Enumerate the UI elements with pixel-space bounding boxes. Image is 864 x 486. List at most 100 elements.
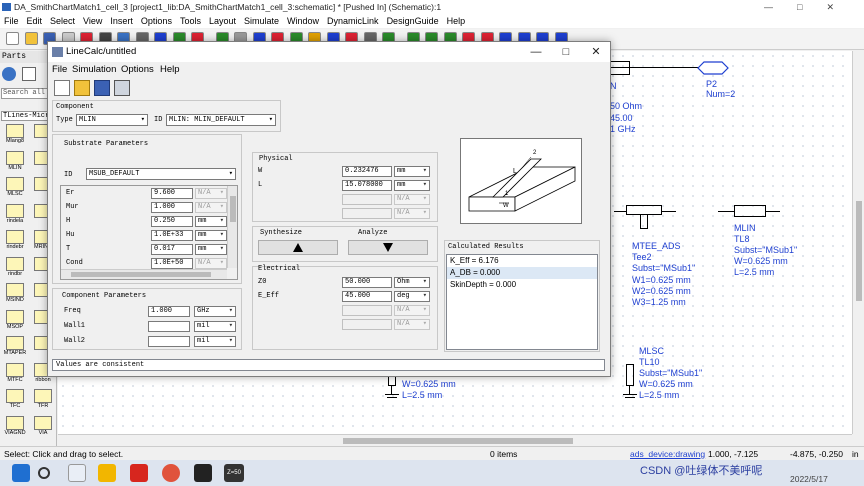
ads-menu-tools[interactable]: Tools	[180, 16, 201, 26]
print-icon[interactable]	[114, 80, 130, 96]
task-view-icon[interactable]	[68, 464, 86, 482]
ads-menu-dynamiclink[interactable]: DynamicLink	[327, 16, 379, 26]
menu-file[interactable]: File	[52, 62, 67, 77]
electrical-param-input[interactable]: 45.000	[342, 291, 392, 302]
ads-menu-edit[interactable]: Edit	[27, 16, 43, 26]
ads-menu-window[interactable]: Window	[287, 16, 319, 26]
arrow-down-icon	[383, 243, 393, 252]
save-icon[interactable]	[94, 80, 110, 96]
ads-menu-help[interactable]: Help	[447, 16, 466, 26]
ads-menu-simulate[interactable]: Simulate	[244, 16, 279, 26]
canvas-horizontal-scrollbar[interactable]	[58, 434, 852, 446]
toolbar-tool-icon[interactable]	[24, 32, 38, 45]
physical-param-unit[interactable]: mm	[394, 166, 430, 177]
palette-item[interactable]: MSOP	[3, 309, 27, 336]
ads-menu-insert[interactable]: Insert	[110, 16, 133, 26]
palette-item[interactable]: rindbr	[3, 256, 27, 283]
substrate-param-unit[interactable]: mm	[195, 216, 227, 227]
lower-line-body[interactable]	[388, 376, 396, 386]
ads-menu-file[interactable]: File	[4, 16, 19, 26]
result-line[interactable]: A_DB = 0.000	[447, 267, 597, 279]
component-param-unit[interactable]: GHz	[194, 306, 236, 317]
palette-item[interactable]: MLIN	[3, 150, 27, 177]
wps-icon[interactable]	[130, 464, 148, 482]
physical-param-input[interactable]: 0.232476	[342, 166, 392, 177]
chrome-icon[interactable]	[162, 464, 180, 482]
tl10-body[interactable]	[626, 364, 634, 386]
search-icon[interactable]	[38, 467, 50, 479]
component-param-unit[interactable]: mil	[194, 336, 236, 347]
menu-options[interactable]: Options	[121, 62, 154, 77]
substrate-param-input[interactable]: 1.0E+33	[151, 230, 193, 241]
menu-simulation[interactable]: Simulation	[72, 62, 116, 77]
ads-menu-options[interactable]: Options	[141, 16, 172, 26]
palette-item[interactable]: MTAPER	[3, 336, 27, 362]
substrate-param-unit[interactable]: mm	[195, 244, 227, 255]
menu-help[interactable]: Help	[160, 62, 180, 77]
component-param-input[interactable]	[148, 321, 190, 332]
result-line[interactable]: K_Eff = 6.176	[447, 255, 597, 267]
substrate-param-input[interactable]: 0.250	[151, 216, 193, 227]
canvas-vertical-scrollbar[interactable]	[852, 51, 864, 434]
file-explorer-icon[interactable]	[98, 464, 116, 482]
component-param-unit[interactable]: mil	[194, 321, 236, 332]
substrate-param-input[interactable]: 9.600	[151, 188, 193, 199]
ads-menu-layout[interactable]: Layout	[209, 16, 236, 26]
type-select[interactable]: MLIN	[76, 114, 148, 126]
electrical-param-input[interactable]: 50.000	[342, 277, 392, 288]
list-icon[interactable]	[22, 67, 36, 81]
substrate-param-input[interactable]: 1.000	[151, 202, 193, 213]
palette-item[interactable]: MTFC	[3, 362, 27, 389]
palette-item[interactable]: TFC	[3, 389, 27, 415]
new-file-icon[interactable]	[54, 80, 70, 96]
electrical-param-unit[interactable]: deg	[394, 291, 430, 302]
physical-label: Physical	[259, 155, 293, 163]
palette-item-icon	[6, 309, 24, 324]
palette-item[interactable]: rindela	[3, 203, 27, 230]
tee2-body[interactable]	[626, 205, 662, 215]
results-list[interactable]: K_Eff = 6.176 A_DB = 0.000 SkinDepth = 0.0…	[446, 254, 598, 350]
component-param-input[interactable]	[148, 336, 190, 347]
palette-item[interactable]: VIA	[31, 415, 55, 442]
palette-item[interactable]: rindebr	[3, 230, 27, 256]
minimize-icon[interactable]: —	[522, 42, 550, 62]
palette-item[interactable]: MLSC	[3, 177, 27, 203]
toolbar-tool-icon[interactable]	[6, 32, 19, 45]
substrate-param-label: Cond	[66, 259, 83, 267]
maximize-icon[interactable]: □	[552, 42, 580, 62]
palette-item[interactable]: TFR	[31, 389, 55, 415]
open-folder-icon[interactable]	[74, 80, 90, 96]
ads-menu-bar: File Edit Select View Insert Options Tools Layo…	[0, 14, 864, 28]
substrate-vertical-scrollbar[interactable]	[227, 186, 237, 268]
close-icon[interactable]: ✕	[582, 42, 610, 62]
status-bar: Select: Click and drag to select. 0 item…	[0, 446, 864, 460]
substrate-horizontal-scrollbar[interactable]	[61, 269, 227, 279]
synthesize-button[interactable]	[258, 240, 338, 255]
history-icon[interactable]	[2, 67, 16, 81]
substrate-id-select[interactable]: MSUB_DEFAULT	[86, 168, 236, 180]
linecalc-taskbar-icon[interactable]: Z=50	[224, 464, 244, 482]
electrical-param-input	[342, 319, 392, 330]
status-mode[interactable]: ads_device:drawing	[630, 447, 705, 461]
electrical-param-unit[interactable]: Ohm	[394, 277, 430, 288]
ads-menu-select[interactable]: Select	[50, 16, 75, 26]
analyze-button[interactable]	[348, 240, 428, 255]
substrate-param-input[interactable]: 1.0E+50	[151, 258, 193, 269]
tl8-body[interactable]	[734, 205, 766, 217]
physical-param-unit[interactable]: mm	[394, 180, 430, 191]
ads-window-controls[interactable]: —□✕	[764, 0, 858, 14]
substrate-param-unit[interactable]: mm	[195, 230, 227, 241]
start-icon[interactable]	[12, 464, 30, 482]
physical-param-input[interactable]: 15.078000	[342, 180, 392, 191]
palette-item[interactable]: VIAGND	[3, 415, 27, 442]
app-icon[interactable]	[194, 464, 212, 482]
port-p2-icon[interactable]	[696, 61, 732, 75]
component-param-input[interactable]: 1.000	[148, 306, 190, 317]
component-id-select[interactable]: MLIN: MLIN_DEFAULT	[166, 114, 276, 126]
palette-item[interactable]: MSIND	[3, 283, 27, 309]
substrate-param-input[interactable]: 0.017	[151, 244, 193, 255]
ads-menu-view[interactable]: View	[83, 16, 102, 26]
ads-menu-designguide[interactable]: DesignGuide	[387, 16, 439, 26]
palette-item[interactable]: Mlang8	[3, 124, 27, 150]
result-line[interactable]: SkinDepth = 0.000	[447, 279, 597, 291]
